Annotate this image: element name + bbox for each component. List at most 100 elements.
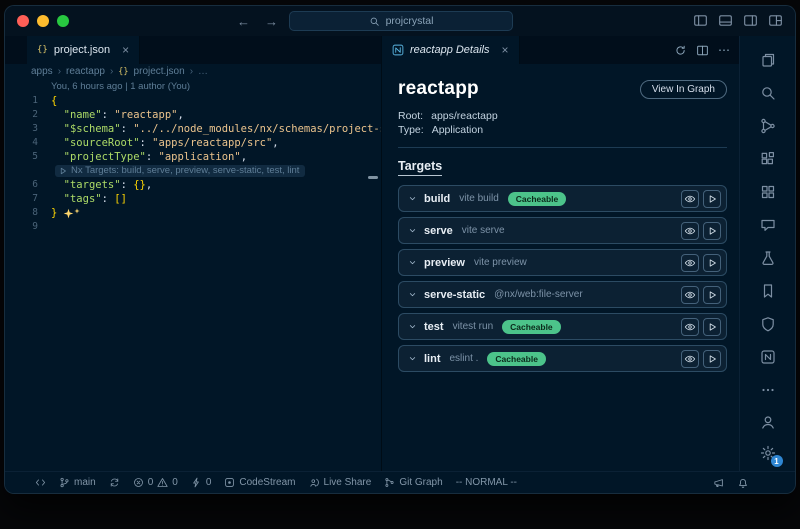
breadcrumb-item-reactapp[interactable]: reactapp	[66, 66, 105, 77]
nx-project-details-pane[interactable]: reactapp View In Graph Root:apps/reactap…	[381, 64, 739, 471]
refresh-icon[interactable]	[674, 44, 687, 57]
breadcrumb-item-file[interactable]: project.json	[134, 66, 185, 77]
live-share-status[interactable]: Live Share	[309, 477, 372, 488]
show-target-config-button[interactable]	[681, 350, 699, 368]
zoom-window-button[interactable]	[57, 15, 69, 27]
run-target-button[interactable]	[703, 286, 721, 304]
gitlens-blame-text[interactable]: You, 6 hours ago | 1 author (You)	[51, 80, 190, 94]
more-actions-icon[interactable]: ⋯	[718, 44, 730, 56]
code-area[interactable]: You, 6 hours ago | 1 author (You)1{2 "na…	[5, 80, 381, 234]
target-row[interactable]: build vite build Cacheable	[398, 185, 727, 212]
run-target-button[interactable]	[703, 350, 721, 368]
git-branch-status[interactable]: main	[59, 477, 96, 488]
chevron-down-icon[interactable]	[407, 289, 418, 300]
show-target-config-button[interactable]	[681, 254, 699, 272]
activity-item-nx-console[interactable]	[758, 347, 778, 367]
target-row[interactable]: lint eslint . Cacheable	[398, 345, 727, 372]
tab-project-json[interactable]: {} project.json ×	[27, 36, 140, 64]
activity-item-extensions[interactable]	[758, 149, 778, 169]
git-graph-status[interactable]: Git Graph	[384, 477, 442, 488]
run-target-button[interactable]	[703, 190, 721, 208]
show-target-config-button[interactable]	[681, 286, 699, 304]
activity-item-grid[interactable]	[758, 182, 778, 202]
warning-icon	[157, 477, 168, 488]
line-number: 1	[5, 94, 51, 108]
error-icon	[133, 477, 144, 488]
nx-icon	[760, 349, 776, 365]
view-in-graph-button[interactable]: View In Graph	[640, 80, 727, 99]
history-nav: ← →	[237, 14, 278, 29]
code-token: "projectType"	[64, 150, 146, 164]
chevron-down-icon[interactable]	[407, 321, 418, 332]
git-branch-icon	[59, 477, 70, 488]
target-row[interactable]: serve vite serve	[398, 217, 727, 244]
code-token: "reactapp"	[114, 108, 177, 122]
close-icon[interactable]: ×	[502, 43, 509, 57]
run-target-button[interactable]	[703, 318, 721, 336]
sync-status[interactable]	[109, 477, 120, 488]
target-row[interactable]: test vitest run Cacheable	[398, 313, 727, 340]
code-token	[51, 108, 64, 122]
minimize-window-button[interactable]	[37, 15, 49, 27]
activity-item-pages[interactable]	[758, 50, 778, 70]
code-token: []	[114, 192, 127, 206]
project-meta: Root:apps/reactapp Type:Application	[398, 109, 727, 137]
activity-item-search[interactable]	[758, 83, 778, 103]
code-token: }	[51, 206, 57, 220]
code-row: 9	[5, 220, 381, 234]
toggle-sidebar-left-icon[interactable]	[693, 13, 708, 28]
forward-button[interactable]: →	[265, 14, 278, 29]
scrollbar-thumb[interactable]	[368, 176, 378, 179]
run-target-button[interactable]	[703, 254, 721, 272]
editor-pane[interactable]: apps › reactapp › {} project.json › … Yo…	[5, 64, 381, 471]
breadcrumb-trailing[interactable]: …	[198, 66, 208, 77]
eye-icon	[684, 193, 696, 205]
split-editor-icon[interactable]	[696, 44, 709, 57]
bell-icon[interactable]	[737, 477, 749, 489]
megaphone-icon[interactable]	[713, 477, 725, 489]
line-number: 4	[5, 136, 51, 150]
target-row[interactable]: preview vite preview	[398, 249, 727, 276]
manage-button[interactable]: 1	[758, 443, 778, 463]
chevron-down-icon[interactable]	[407, 257, 418, 268]
chevron-down-icon[interactable]	[407, 193, 418, 204]
activity-item-security[interactable]	[758, 314, 778, 334]
tab-label: reactapp Details	[410, 44, 490, 56]
vim-mode-indicator[interactable]: -- NORMAL --	[456, 477, 517, 488]
activity-item-more[interactable]	[758, 380, 778, 400]
code-token: "sourceRoot"	[64, 136, 140, 150]
nx-targets-hint[interactable]: Nx Targets: build, serve, preview, serve…	[55, 165, 305, 177]
activity-item-testing[interactable]	[758, 248, 778, 268]
accounts-button[interactable]	[758, 412, 778, 432]
code-token	[51, 150, 64, 164]
toggle-sidebar-right-icon[interactable]	[743, 13, 758, 28]
target-row[interactable]: serve-static @nx/web:file-server	[398, 281, 727, 308]
back-button[interactable]: ←	[237, 14, 250, 29]
bookmark-icon	[760, 283, 776, 299]
command-center-search[interactable]: projcrystal	[289, 11, 513, 31]
remote-indicator[interactable]	[35, 477, 46, 488]
chevron-down-icon[interactable]	[407, 225, 418, 236]
code-token	[51, 122, 64, 136]
customize-layout-icon[interactable]	[768, 13, 783, 28]
activity-item-comments[interactable]	[758, 215, 778, 235]
zap-status[interactable]: 0	[191, 477, 212, 488]
activity-item-bookmarks[interactable]	[758, 281, 778, 301]
show-target-config-button[interactable]	[681, 190, 699, 208]
codestream-status[interactable]: CodeStream	[224, 477, 295, 488]
code-row: 7 "tags": []	[5, 192, 381, 206]
editor-group-left-tabs: {} project.json ×	[5, 36, 381, 64]
problems-status[interactable]: 0 0	[133, 477, 178, 488]
close-icon[interactable]: ×	[122, 43, 129, 57]
breadcrumb-item-apps[interactable]: apps	[31, 66, 53, 77]
code-token: :	[146, 150, 159, 164]
activity-item-network[interactable]	[758, 116, 778, 136]
close-window-button[interactable]	[17, 15, 29, 27]
show-target-config-button[interactable]	[681, 318, 699, 336]
show-target-config-button[interactable]	[681, 222, 699, 240]
run-target-button[interactable]	[703, 222, 721, 240]
toggle-panel-icon[interactable]	[718, 13, 733, 28]
chevron-down-icon[interactable]	[407, 353, 418, 364]
tab-reactapp-details[interactable]: reactapp Details ×	[382, 36, 520, 64]
project-root-value: apps/reactapp	[431, 110, 498, 122]
